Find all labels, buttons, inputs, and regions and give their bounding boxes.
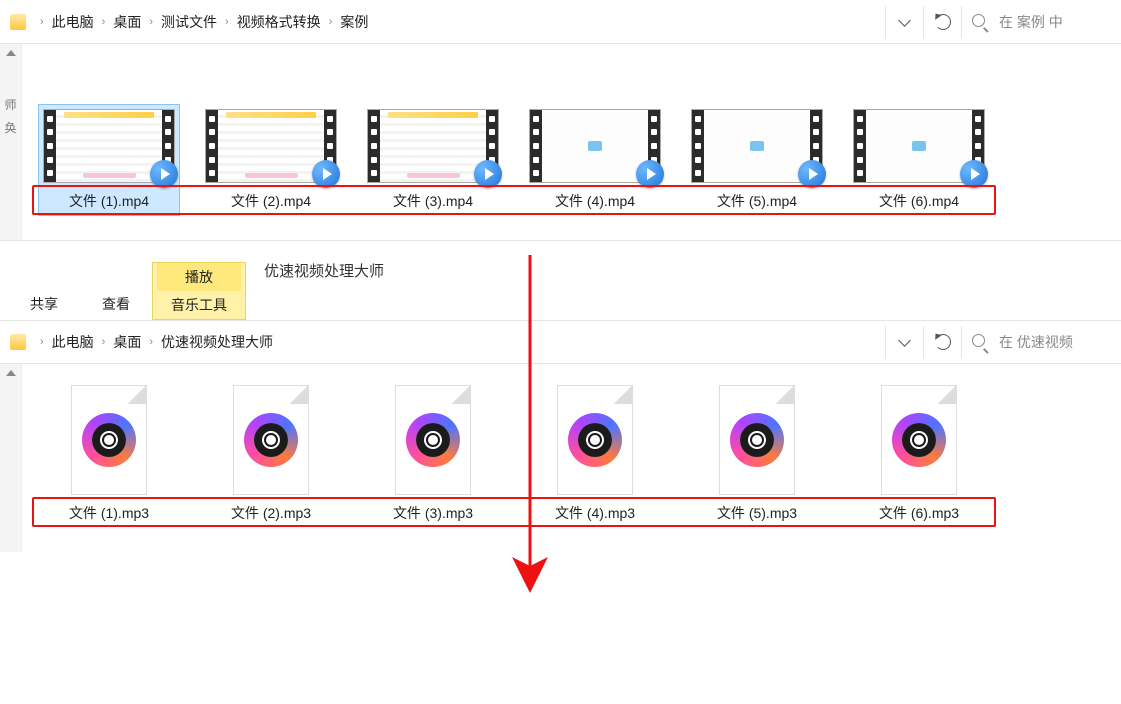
file-label: 文件 (6).mp3: [879, 503, 959, 523]
scroll-up-icon: [6, 50, 16, 56]
breadcrumb-item[interactable]: 测试文件: [161, 12, 217, 32]
file-item[interactable]: 文件 (6).mp4: [848, 104, 990, 216]
audio-file-icon: [545, 385, 645, 495]
breadcrumb-item[interactable]: 桌面: [113, 12, 141, 32]
breadcrumb-item[interactable]: 桌面: [113, 332, 141, 352]
tab-share[interactable]: 共享: [8, 288, 80, 320]
file-item[interactable]: 文件 (6).mp3: [848, 380, 990, 528]
breadcrumb-separator: ›: [102, 16, 106, 28]
scroll-up-icon: [6, 370, 16, 376]
top-scrollbar[interactable]: 师 奂: [0, 44, 22, 240]
video-thumbnail: [853, 109, 985, 183]
search-icon: [972, 14, 991, 30]
bottom-file-pane: 文件 (1).mp3 文件 (2).mp3 文件 (3).mp3 文件 (4).mp3…: [0, 364, 1121, 552]
address-tools: 在 案例 中: [885, 6, 1121, 38]
search-icon: [972, 334, 991, 350]
breadcrumb-separator: ›: [225, 16, 229, 28]
play-badge-icon: [798, 160, 826, 188]
search-placeholder: 在 优速视频: [999, 332, 1073, 352]
top-window: › 此电脑 › 桌面 › 测试文件 › 视频格式转换 › 案例 在 案例 中 师 奂 文件 (1)…: [0, 0, 1121, 240]
file-item[interactable]: 文件 (3).mp3: [362, 380, 504, 528]
file-item[interactable]: 文件 (1).mp4: [38, 104, 180, 216]
top-breadcrumbs: › 此电脑 › 桌面 › 测试文件 › 视频格式转换 › 案例: [32, 0, 885, 43]
search-placeholder: 在 案例 中: [999, 12, 1063, 32]
address-tools: 在 优速视频: [885, 326, 1121, 358]
file-label: 文件 (1).mp4: [69, 191, 149, 211]
play-badge-icon: [636, 160, 664, 188]
top-address-bar: › 此电脑 › 桌面 › 测试文件 › 视频格式转换 › 案例 在 案例 中: [0, 0, 1121, 44]
file-item[interactable]: 文件 (4).mp4: [524, 104, 666, 216]
breadcrumb-item[interactable]: 视频格式转换: [237, 12, 321, 32]
video-thumbnail: [367, 109, 499, 183]
breadcrumb-dropdown[interactable]: [885, 6, 923, 38]
refresh-button[interactable]: [923, 6, 961, 38]
breadcrumb-item[interactable]: 此电脑: [52, 12, 94, 32]
bottom-search-input[interactable]: 在 优速视频: [961, 326, 1121, 358]
folder-icon: [10, 334, 26, 350]
play-badge-icon: [312, 160, 340, 188]
breadcrumb-dropdown[interactable]: [885, 326, 923, 358]
video-thumbnail: [43, 109, 175, 183]
breadcrumb-item[interactable]: 优速视频处理大师: [161, 332, 273, 352]
file-label: 文件 (3).mp3: [393, 503, 473, 523]
breadcrumb-separator: ›: [329, 16, 333, 28]
file-item[interactable]: 文件 (4).mp3: [524, 380, 666, 528]
audio-file-icon: [869, 385, 969, 495]
breadcrumb-item[interactable]: 案例: [340, 12, 368, 32]
file-label: 文件 (4).mp4: [555, 191, 635, 211]
audio-file-icon: [383, 385, 483, 495]
tab-music-tools-group[interactable]: 播放 音乐工具: [152, 262, 246, 320]
video-thumbnail: [205, 109, 337, 183]
file-label: 文件 (2).mp3: [231, 503, 311, 523]
file-label: 文件 (1).mp3: [69, 503, 149, 523]
refresh-button[interactable]: [923, 326, 961, 358]
folder-icon: [10, 14, 26, 30]
audio-file-icon: [221, 385, 321, 495]
file-item[interactable]: 文件 (2).mp3: [200, 380, 342, 528]
breadcrumb-separator: ›: [40, 336, 44, 348]
file-label: 文件 (5).mp4: [717, 191, 797, 211]
file-label: 文件 (4).mp3: [555, 503, 635, 523]
audio-file-icon: [707, 385, 807, 495]
bottom-scrollbar[interactable]: [0, 364, 22, 552]
bottom-address-bar: › 此电脑 › 桌面 › 优速视频处理大师 在 优速视频: [0, 320, 1121, 364]
bottom-window: › 此电脑 › 桌面 › 优速视频处理大师 在 优速视频 文件 (1).mp3 文件 (2)…: [0, 320, 1121, 552]
tab-music-tools-label: 音乐工具: [153, 291, 245, 319]
file-label: 文件 (5).mp3: [717, 503, 797, 523]
chevron-down-icon: [900, 16, 909, 28]
top-file-pane: 师 奂 文件 (1).mp4 文件 (2).mp4 文件 (3).mp4 文件 (4)…: [0, 44, 1121, 240]
breadcrumb-separator: ›: [149, 16, 153, 28]
window-title: 优速视频处理大师: [264, 260, 384, 281]
play-badge-icon: [150, 160, 178, 188]
play-badge-icon: [960, 160, 988, 188]
tab-view[interactable]: 查看: [80, 288, 152, 320]
file-label: 文件 (3).mp4: [393, 191, 473, 211]
breadcrumb-separator: ›: [40, 16, 44, 28]
video-thumbnail: [529, 109, 661, 183]
file-label: 文件 (6).mp4: [879, 191, 959, 211]
ribbon: 共享 查看 播放 音乐工具 优速视频处理大师: [0, 250, 1121, 320]
file-item[interactable]: 文件 (5).mp3: [686, 380, 828, 528]
breadcrumb-separator: ›: [149, 336, 153, 348]
file-item[interactable]: 文件 (2).mp4: [200, 104, 342, 216]
file-item[interactable]: 文件 (3).mp4: [362, 104, 504, 216]
bottom-breadcrumbs: › 此电脑 › 桌面 › 优速视频处理大师: [32, 321, 885, 363]
breadcrumb-item[interactable]: 此电脑: [52, 332, 94, 352]
refresh-icon: [935, 14, 951, 30]
video-thumbnail: [691, 109, 823, 183]
refresh-icon: [935, 334, 951, 350]
chevron-down-icon: [900, 336, 909, 348]
file-item[interactable]: 文件 (1).mp3: [38, 380, 180, 528]
audio-file-icon: [59, 385, 159, 495]
file-label: 文件 (2).mp4: [231, 191, 311, 211]
top-search-input[interactable]: 在 案例 中: [961, 6, 1121, 38]
file-item[interactable]: 文件 (5).mp4: [686, 104, 828, 216]
breadcrumb-separator: ›: [102, 336, 106, 348]
tab-play-label: 播放: [157, 263, 241, 291]
play-badge-icon: [474, 160, 502, 188]
